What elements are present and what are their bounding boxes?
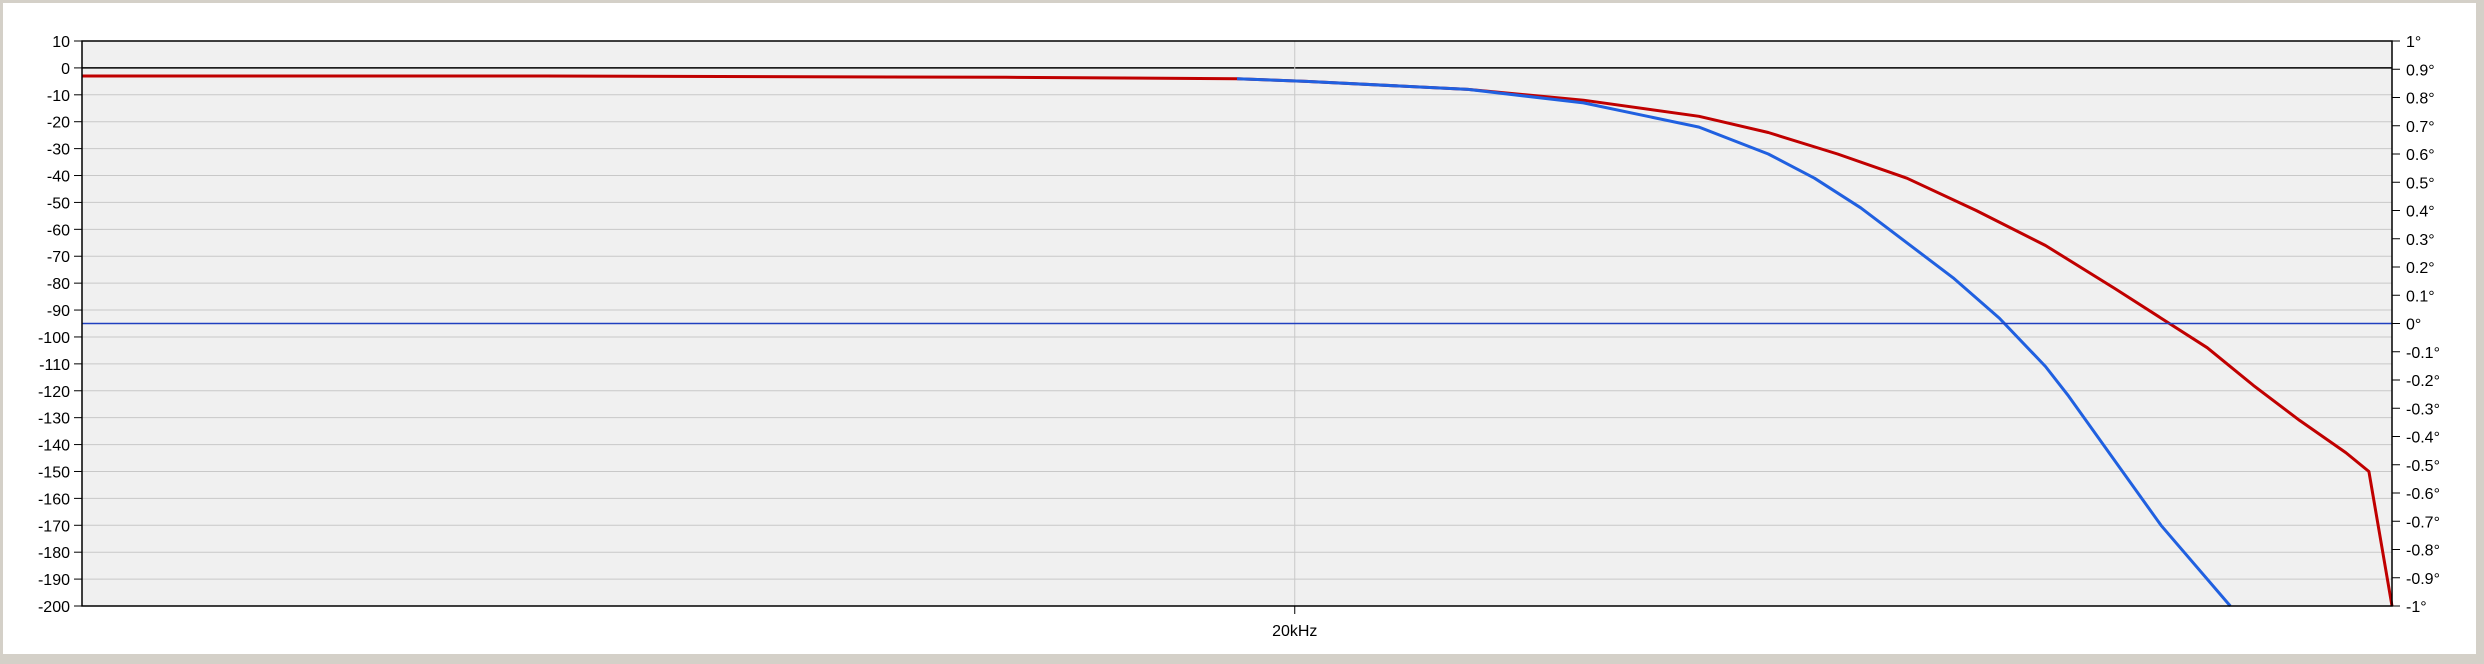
y2-tick-label: -0.2° bbox=[2406, 373, 2440, 390]
y2-tick-label: 0.8° bbox=[2406, 91, 2435, 108]
y2-tick-label: 0.9° bbox=[2406, 62, 2435, 79]
y2-tick-label: -0.6° bbox=[2406, 486, 2440, 503]
y2-tick-label: 0.4° bbox=[2406, 204, 2435, 221]
y2-tick-label: 0.6° bbox=[2406, 147, 2435, 164]
y-tick-label: -130 bbox=[38, 411, 70, 428]
y2-tick-label: 1° bbox=[2406, 34, 2421, 51]
y-tick-label: -70 bbox=[47, 249, 70, 266]
x-tick-label: 20kHz bbox=[1272, 623, 1317, 640]
y2-tick-label: -0.9° bbox=[2406, 571, 2440, 588]
y-tick-label: -120 bbox=[38, 384, 70, 401]
y-tick-label: -60 bbox=[47, 222, 70, 239]
y-tick-label: -160 bbox=[38, 491, 70, 508]
y-tick-label: -20 bbox=[47, 115, 70, 132]
y2-tick-label: -1° bbox=[2406, 599, 2427, 616]
y-tick-label: -170 bbox=[38, 518, 70, 535]
y2-tick-label: -0.1° bbox=[2406, 345, 2440, 362]
y-tick-label: -40 bbox=[47, 169, 70, 186]
y-tick-label: -150 bbox=[38, 464, 70, 481]
frequency-response-chart: 10 0 -10 -20 -30 -40 -50 -60 -70 -80 -90 -100 -110 -1… bbox=[38, 34, 2440, 640]
y-axis-right: 1° 0.9° 0.8° 0.7° 0.6° 0.5° 0.4° 0.3° 0.2° 0.1° 0°… bbox=[2392, 34, 2440, 616]
y2-tick-label: 0° bbox=[2406, 317, 2421, 334]
y-tick-label: 10 bbox=[52, 34, 70, 51]
y2-tick-label: -0.8° bbox=[2406, 543, 2440, 560]
y-tick-label: -80 bbox=[47, 276, 70, 293]
y2-tick-label: 0.7° bbox=[2406, 119, 2435, 136]
x-axis: 20kHz bbox=[1272, 606, 1317, 640]
y-tick-label: -30 bbox=[47, 142, 70, 159]
y2-tick-label: 0.5° bbox=[2406, 175, 2435, 192]
y2-tick-label: 0.3° bbox=[2406, 232, 2435, 249]
y-axis-left: 10 0 -10 -20 -30 -40 -50 -60 -70 -80 -90 -100 -110 -1… bbox=[38, 34, 82, 616]
y2-tick-label: -0.5° bbox=[2406, 458, 2440, 475]
y2-tick-label: -0.3° bbox=[2406, 401, 2440, 418]
y-tick-label: -200 bbox=[38, 599, 70, 616]
y-tick-label: -190 bbox=[38, 572, 70, 589]
y2-tick-label: -0.7° bbox=[2406, 514, 2440, 531]
y-tick-label: -140 bbox=[38, 438, 70, 455]
y-tick-label: -90 bbox=[47, 303, 70, 320]
y2-tick-label: 0.2° bbox=[2406, 260, 2435, 277]
y-tick-label: 0 bbox=[61, 61, 70, 78]
y-tick-label: -180 bbox=[38, 545, 70, 562]
y-tick-label: -50 bbox=[47, 195, 70, 212]
y-tick-label: -110 bbox=[39, 357, 70, 374]
y2-tick-label: -0.4° bbox=[2406, 430, 2440, 447]
y-tick-label: -10 bbox=[47, 88, 70, 105]
y2-tick-label: 0.1° bbox=[2406, 288, 2435, 305]
y-tick-label: -100 bbox=[38, 330, 70, 347]
